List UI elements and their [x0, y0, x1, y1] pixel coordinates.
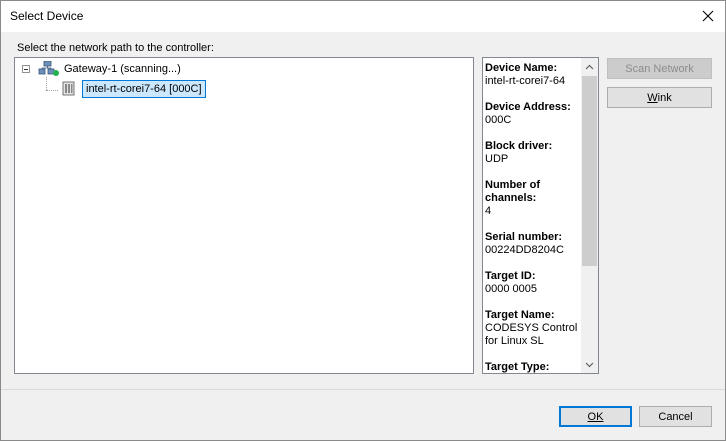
gateway-label: Gateway-1 (scanning...) — [64, 62, 181, 75]
info-item: Device Address: 000C — [485, 101, 579, 127]
info-item: Number of channels: 4 — [485, 179, 579, 218]
wink-rest: ink — [657, 91, 672, 104]
device-label: intel-rt-corei7-64 [000C] — [82, 79, 206, 98]
info-scrollbar[interactable] — [581, 58, 598, 373]
cancel-button[interactable]: Cancel — [639, 406, 712, 427]
info-item: Device Name: intel-rt-corei7-64 — [485, 62, 579, 88]
prompt-label: Select the network path to the controlle… — [17, 42, 214, 54]
device-icon — [60, 81, 76, 97]
info-item: Serial number: 00224DD8204C — [485, 231, 579, 257]
info-value: 0000 0005 — [485, 283, 537, 295]
info-value: intel-rt-corei7-64 — [485, 75, 566, 87]
title-bar: Select Device — [1, 1, 725, 32]
ok-label: OK — [587, 410, 604, 423]
info-item: Block driver: UDP — [485, 140, 579, 166]
footer-divider — [1, 389, 725, 390]
dialog-title: Select Device — [10, 9, 84, 23]
info-value: 000C — [485, 114, 512, 126]
info-label: Number of channels: — [485, 179, 540, 204]
info-label: Target Name: — [485, 309, 555, 321]
device-info-panel: Device Name: intel-rt-corei7-64 Device Add… — [482, 57, 599, 374]
info-value: 00224DD8204C — [485, 244, 564, 256]
tree-connector — [46, 90, 58, 91]
info-value: 4 — [485, 205, 492, 217]
tree-item-gateway[interactable]: Gateway-1 (scanning...) — [38, 60, 181, 77]
ok-button[interactable]: OK — [559, 406, 632, 427]
status-dot-icon — [53, 69, 59, 76]
collapse-icon[interactable] — [22, 65, 30, 73]
cancel-label: Cancel — [658, 410, 693, 423]
scroll-thumb[interactable] — [582, 76, 597, 266]
info-item: Target ID: 0000 0005 — [485, 270, 579, 296]
select-device-dialog: Select Device Select the network path to… — [0, 0, 726, 441]
device-info-list: Device Name: intel-rt-corei7-64 Device Add… — [485, 62, 579, 373]
wink-button[interactable]: Wink — [607, 87, 712, 108]
scan-network-button[interactable]: Scan Network — [607, 58, 712, 79]
tree-connector — [46, 77, 47, 90]
info-label: Serial number: — [485, 231, 563, 243]
tree-item-device[interactable]: intel-rt-corei7-64 [000C] — [60, 79, 206, 98]
info-value: CODESYS Control for Linux SL — [485, 322, 578, 347]
wink-mnemonic: W — [647, 91, 658, 104]
network-tree[interactable]: Gateway-1 (scanning...) intel-rt-corei7-… — [14, 57, 474, 374]
info-label: Device Name: — [485, 62, 558, 74]
info-label: Device Address: — [485, 101, 571, 113]
info-label: Block driver: — [485, 140, 553, 152]
scroll-up-icon[interactable] — [581, 58, 598, 75]
scroll-down-icon[interactable] — [581, 356, 598, 373]
info-item: Target Name: CODESYS Control for Linux SL — [485, 309, 579, 348]
info-value: UDP — [485, 153, 509, 165]
info-label: Target Type: — [485, 361, 550, 373]
info-item: Target Type: — [485, 361, 579, 373]
close-icon[interactable] — [697, 5, 719, 27]
gateway-icon — [38, 60, 59, 77]
info-label: Target ID: — [485, 270, 536, 282]
